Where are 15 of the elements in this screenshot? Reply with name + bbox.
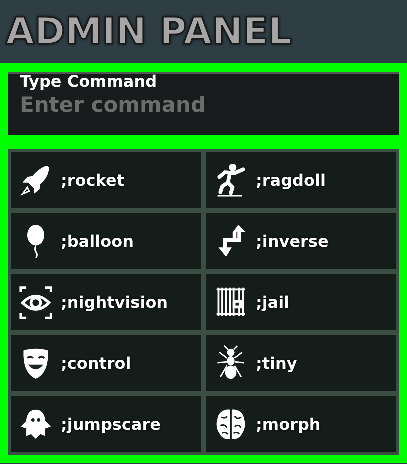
command-button[interactable]: ;jumpscare [11,396,201,452]
command-button[interactable]: ;rocket [11,152,201,208]
command-button[interactable]: ;control [11,335,201,391]
command-field[interactable]: Type Command Enter command [8,72,399,135]
command-button[interactable]: ;morph [206,396,396,452]
command-button[interactable]: ;ragdoll [206,152,396,208]
command-button[interactable]: ;tiny [206,335,396,391]
text-input[interactable]: Enter command [20,93,387,117]
panel-title: ADMIN PANEL [6,10,292,53]
command-button[interactable]: ;inverse [206,213,396,269]
eye-icon [19,284,53,320]
command-button[interactable]: ;jail [206,274,396,330]
command-button[interactable]: ;balloon [11,213,201,269]
field-label: Type Command [20,72,158,91]
command-button[interactable]: ;nightvision [11,274,201,330]
